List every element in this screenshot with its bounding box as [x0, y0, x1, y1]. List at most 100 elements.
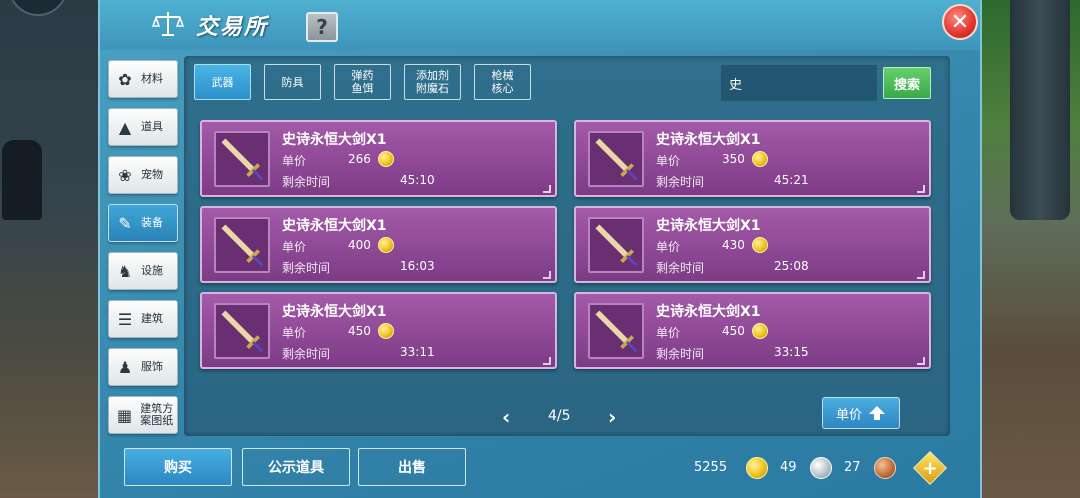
item-time-left: 25:08	[774, 259, 809, 273]
next-page-button[interactable]: ›	[608, 405, 616, 429]
blueprint-icon: ▦	[117, 405, 133, 425]
item-price: 266	[348, 152, 371, 166]
publish-items-button[interactable]: 公示道具	[242, 448, 350, 486]
buy-button[interactable]: 购买	[124, 448, 232, 486]
sword-item-icon	[214, 217, 270, 273]
building-icon: ☰	[117, 309, 133, 329]
corner-decoration	[543, 271, 551, 279]
player-avatar[interactable]	[8, 0, 68, 16]
corner-decoration	[917, 357, 925, 365]
category-label: 装备	[141, 216, 163, 229]
category-label: 建筑	[141, 312, 163, 325]
item-price: 350	[722, 152, 745, 166]
search-button[interactable]: 搜索	[883, 67, 931, 99]
item-time-left: 16:03	[400, 259, 435, 273]
category-facilities[interactable]: ♞ 设施	[108, 252, 178, 290]
pillar-decoration	[1010, 0, 1070, 220]
time-left-label: 剩余时间	[282, 261, 331, 275]
item-name: 史诗永恒大剑X1	[282, 304, 387, 320]
category-clothing[interactable]: ♟ 服饰	[108, 348, 178, 386]
item-name: 史诗永恒大剑X1	[282, 218, 387, 234]
corner-decoration	[543, 357, 551, 365]
item-price: 400	[348, 238, 371, 252]
item-name: 史诗永恒大剑X1	[282, 132, 387, 148]
sword-item-icon	[214, 131, 270, 187]
price-label: 单价	[282, 154, 307, 168]
corner-decoration	[543, 185, 551, 193]
page-indicator: 4/5	[548, 408, 571, 424]
search-input[interactable]	[721, 65, 877, 101]
category-label: 建筑方案图纸	[140, 402, 174, 427]
paw-icon: ❀	[118, 165, 132, 185]
category-label: 道具	[141, 120, 163, 133]
tab-ammo-bait[interactable]: 弹药鱼饵	[334, 64, 391, 100]
price-label: 单价	[282, 326, 307, 340]
item-card[interactable]: 史诗永恒大剑X1 单价 400 剩余时间 16:03	[200, 206, 557, 283]
facility-icon: ♞	[117, 261, 133, 281]
item-card[interactable]: 史诗永恒大剑X1 单价 430 剩余时间 25:08	[574, 206, 931, 283]
character-silhouette	[2, 140, 42, 220]
price-label: 单价	[656, 240, 681, 254]
copper-amount: 27	[844, 460, 861, 475]
item-name: 史诗永恒大剑X1	[656, 218, 761, 234]
sword-item-icon	[588, 217, 644, 273]
tab-label: 枪械核心	[491, 69, 514, 95]
sell-button[interactable]: 出售	[358, 448, 466, 486]
copper-coin-icon	[874, 457, 896, 479]
background-left-scene	[0, 0, 100, 498]
scale-icon	[152, 12, 184, 36]
category-label: 宠物	[141, 168, 163, 181]
item-card[interactable]: 史诗永恒大剑X1 单价 266 剩余时间 45:10	[200, 120, 557, 197]
flask-icon: ▲	[118, 117, 132, 137]
category-equipment[interactable]: ✎ 装备	[108, 204, 178, 242]
sort-by-price-button[interactable]: 单价	[822, 397, 900, 429]
category-pets[interactable]: ❀ 宠物	[108, 156, 178, 194]
item-card[interactable]: 史诗永恒大剑X1 单价 350 剩余时间 45:21	[574, 120, 931, 197]
gold-amount: 5255	[694, 460, 728, 475]
help-button[interactable]: ?	[306, 12, 338, 42]
tab-armor[interactable]: 防具	[264, 64, 321, 100]
page-title: 交易所	[196, 15, 269, 40]
exchange-panel: 交易所 ? ✕ ✿ 材料 ▲ 道具 ❀ 宠物 ✎ 装备 ♞ 设施 ☰ 建筑 ♟	[98, 0, 982, 498]
tab-weapons[interactable]: 武器	[194, 64, 251, 100]
tab-label: 弹药鱼饵	[351, 69, 374, 95]
tab-gun-cores[interactable]: 枪械核心	[474, 64, 531, 100]
item-card[interactable]: 史诗永恒大剑X1 单价 450 剩余时间 33:11	[200, 292, 557, 369]
plus-icon: +	[922, 457, 938, 479]
item-time-left: 33:15	[774, 345, 809, 359]
item-price: 450	[722, 324, 745, 338]
item-price: 430	[722, 238, 745, 252]
tab-label: 添加剂附魔石	[416, 69, 449, 95]
item-name: 史诗永恒大剑X1	[656, 132, 761, 148]
sort-label: 单价	[835, 407, 862, 423]
item-card[interactable]: 史诗永恒大剑X1 单价 450 剩余时间 33:15	[574, 292, 931, 369]
item-time-left: 45:10	[400, 173, 435, 187]
listing-area: 武器 防具 弹药鱼饵 添加剂附魔石 枪械核心 搜索 史诗永恒大剑X1 单价 26…	[184, 56, 950, 436]
close-button[interactable]: ✕	[942, 4, 978, 40]
price-label: 单价	[656, 154, 681, 168]
time-left-label: 剩余时间	[282, 175, 331, 189]
gold-coin-icon	[752, 323, 768, 339]
gold-coin-icon	[378, 237, 394, 253]
category-props[interactable]: ▲ 道具	[108, 108, 178, 146]
category-buildings[interactable]: ☰ 建筑	[108, 300, 178, 338]
time-left-label: 剩余时间	[282, 347, 331, 361]
category-materials[interactable]: ✿ 材料	[108, 60, 178, 98]
materials-icon: ✿	[118, 69, 132, 89]
category-label: 材料	[141, 72, 163, 85]
gold-coin-icon	[752, 151, 768, 167]
item-price: 450	[348, 324, 371, 338]
sword-item-icon	[214, 303, 270, 359]
gold-coin-icon	[378, 323, 394, 339]
title-bar: 交易所 ? ✕	[100, 0, 980, 50]
item-time-left: 33:11	[400, 345, 435, 359]
price-label: 单价	[656, 326, 681, 340]
corner-decoration	[917, 185, 925, 193]
category-blueprints[interactable]: ▦ 建筑方案图纸	[108, 396, 178, 434]
tab-additives-enchant[interactable]: 添加剂附魔石	[404, 64, 461, 100]
prev-page-button[interactable]: ‹	[502, 405, 510, 429]
time-left-label: 剩余时间	[656, 175, 705, 189]
gold-coin-icon	[746, 457, 768, 479]
corner-decoration	[917, 271, 925, 279]
price-label: 单价	[282, 240, 307, 254]
